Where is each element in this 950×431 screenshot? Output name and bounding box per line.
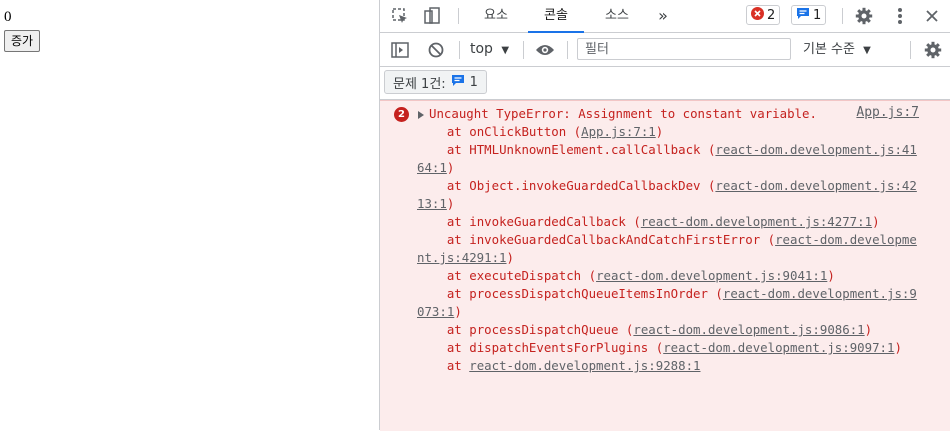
divider bbox=[567, 41, 568, 59]
more-options-icon[interactable] bbox=[890, 6, 910, 26]
issues-bar: 문제 1건: 1 bbox=[380, 67, 950, 100]
stack-frame-function: HTMLUnknownElement.callCallback bbox=[469, 142, 701, 157]
stack-frame-link[interactable]: App.js:7:1 bbox=[581, 124, 656, 139]
error-message-text: Uncaught TypeError: Assignment to consta… bbox=[429, 106, 817, 121]
stack-frame-function: executeDispatch bbox=[469, 268, 582, 283]
counter-value: 0 bbox=[4, 9, 12, 25]
stack-frame-link[interactable]: react-dom.development.js:4277:1 bbox=[641, 214, 872, 229]
increment-button[interactable]: 증가 bbox=[4, 30, 41, 52]
divider bbox=[842, 8, 843, 24]
divider bbox=[458, 8, 459, 24]
filter-input[interactable] bbox=[577, 38, 791, 60]
stack-frame-link[interactable]: react-dom.development.js:9288:1 bbox=[469, 358, 700, 373]
error-circle-icon bbox=[751, 6, 764, 24]
clear-console-icon[interactable] bbox=[426, 40, 446, 60]
close-icon[interactable] bbox=[922, 6, 942, 26]
tab-sources[interactable]: 소스 bbox=[592, 0, 642, 32]
log-levels-value: 기본 수준 bbox=[803, 42, 855, 57]
dropdown-triangle-icon: ▼ bbox=[501, 45, 510, 56]
context-select[interactable]: top ▼ bbox=[470, 33, 509, 66]
inspect-element-icon[interactable] bbox=[390, 6, 410, 26]
message-icon bbox=[451, 74, 465, 91]
issues-button[interactable]: 문제 1건: 1 bbox=[384, 70, 487, 94]
context-value: top bbox=[470, 41, 493, 57]
error-count: 2 bbox=[767, 7, 776, 23]
issues-count: 1 bbox=[469, 74, 478, 90]
tab-elements[interactable]: 요소 bbox=[474, 0, 518, 32]
message-icon bbox=[796, 7, 810, 24]
dropdown-triangle-icon: ▼ bbox=[863, 45, 871, 56]
tab-console[interactable]: 콘솔 bbox=[528, 0, 584, 33]
error-count-badge[interactable]: 2 bbox=[746, 5, 781, 25]
divider bbox=[459, 41, 460, 59]
sidebar-toggle-icon[interactable] bbox=[390, 40, 410, 60]
console-output: 2 App.js:7 Uncaught TypeError: Assignmen… bbox=[380, 100, 950, 431]
devtools-tabbar: 요소 콘솔 소스 » 2 1 bbox=[380, 0, 950, 33]
log-levels-select[interactable]: 기본 수준 ▼ bbox=[803, 33, 871, 66]
stack-frame-link[interactable]: react-dom.development.js:9086:1 bbox=[633, 322, 864, 337]
more-tabs-chevron-icon[interactable]: » bbox=[652, 0, 674, 32]
stack-frame-function: processDispatchQueueItemsInOrder bbox=[469, 286, 708, 301]
live-expression-eye-icon[interactable] bbox=[534, 40, 556, 60]
device-toolbar-icon[interactable] bbox=[422, 6, 442, 26]
divider bbox=[910, 41, 911, 59]
console-settings-gear-icon[interactable] bbox=[923, 40, 943, 60]
error-message: Uncaught TypeError: Assignment to consta… bbox=[417, 106, 917, 373]
stack-frame-function: onClickButton bbox=[469, 124, 567, 139]
stack-frame-link[interactable]: react-dom.development.js:9097:1 bbox=[663, 340, 894, 355]
stack-frame-function: dispatchEventsForPlugins bbox=[469, 340, 649, 355]
stack-frame-function: processDispatchQueue bbox=[469, 322, 619, 337]
devtools-panel: 요소 콘솔 소스 » 2 1 top ▼ 필터 기본 수준 ▼ 문제 1건: 1… bbox=[379, 0, 950, 431]
app-viewport: 0 증가 bbox=[0, 0, 379, 430]
message-count-badge[interactable]: 1 bbox=[791, 5, 827, 25]
divider bbox=[523, 41, 524, 59]
message-count: 1 bbox=[813, 7, 822, 23]
stack-frame-function: invokeGuardedCallback bbox=[469, 214, 626, 229]
settings-gear-icon[interactable] bbox=[854, 6, 874, 26]
stack-frame-function: invokeGuardedCallbackAndCatchFirstError bbox=[469, 232, 761, 247]
stack-frame-link[interactable]: react-dom.development.js:9041:1 bbox=[596, 268, 827, 283]
issues-label: 문제 1건: bbox=[393, 76, 446, 92]
stack-frame-function: Object.invokeGuardedCallbackDev bbox=[469, 178, 701, 193]
console-toolbar: top ▼ 기본 수준 ▼ bbox=[380, 33, 950, 67]
error-repeat-count: 2 bbox=[394, 107, 409, 122]
